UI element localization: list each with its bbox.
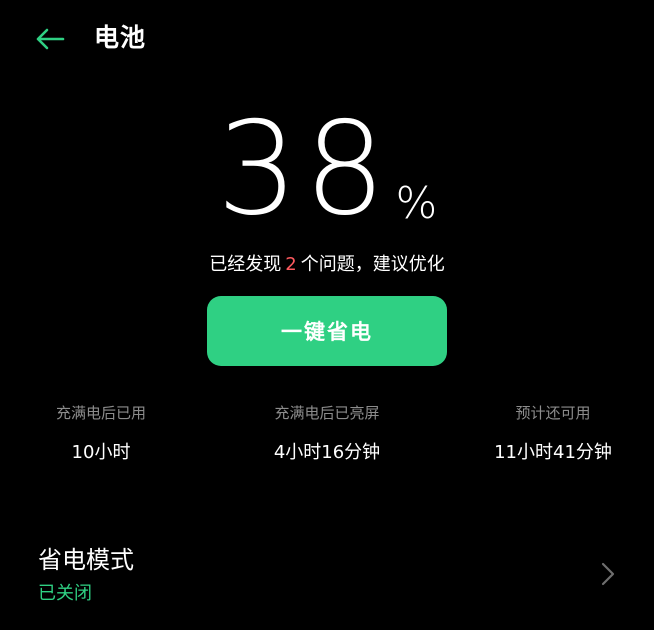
power-saving-mode-status: 已关闭 — [38, 583, 92, 604]
stat-label: 充满电后已用 — [55, 404, 146, 422]
battery-percent-unit: % — [395, 178, 438, 229]
stat-label: 充满电后已亮屏 — [274, 404, 380, 422]
stat-used-since-full: 充满电后已用 10小时 — [1, 400, 201, 466]
back-button[interactable] — [30, 22, 70, 56]
battery-percent-value: 38 — [216, 95, 392, 244]
issues-count: 2 — [285, 254, 297, 275]
battery-stats: 充满电后已用 10小时 充满电后已亮屏 4小时16分钟 预计还可用 11小时41… — [0, 400, 654, 470]
issues-summary: 已经发现 2 个问题，建议优化 — [0, 252, 654, 278]
battery-percentage: 38% — [0, 100, 654, 240]
chevron-right-icon — [598, 560, 618, 588]
issues-prefix: 已经发现 — [209, 254, 282, 275]
stat-value: 4小时16分钟 — [273, 442, 381, 463]
stat-screen-on-since-full: 充满电后已亮屏 4小时16分钟 — [227, 400, 427, 466]
issues-suffix: 个问题，建议优化 — [300, 254, 445, 275]
stat-estimated-remaining: 预计还可用 11小时41分钟 — [453, 400, 653, 466]
arrow-left-icon — [36, 28, 65, 50]
stat-value: 10小时 — [71, 442, 131, 463]
stat-label: 预计还可用 — [515, 404, 591, 422]
stat-value: 11小时41分钟 — [494, 442, 612, 463]
page-title: 电池 — [94, 23, 147, 52]
power-saving-mode-title: 省电模式 — [38, 546, 134, 574]
app-header: 电池 — [0, 0, 654, 76]
one-key-power-save-button[interactable]: 一键省电 — [207, 296, 447, 366]
power-saving-mode-row[interactable]: 省电模式 已关闭 — [0, 530, 654, 620]
